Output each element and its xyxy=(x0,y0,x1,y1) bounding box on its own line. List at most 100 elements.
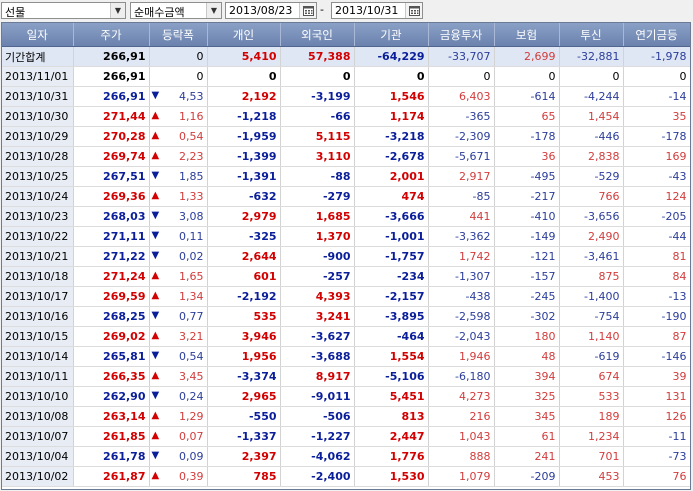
individual-cell-value: -1,337 xyxy=(237,430,277,443)
individual-cell: 2,644 xyxy=(207,246,281,267)
change-cell: ▼ 0,09 xyxy=(149,446,208,467)
calendar-icon[interactable] xyxy=(405,3,422,18)
investment-trust-cell: 1,454 xyxy=(559,106,624,127)
table-header-row: 일자 주가 등락폭 개인 외국인 기관 금융투자 보험 투신 연기금등 xyxy=(2,23,690,47)
financial-investment-cell: 441 xyxy=(428,206,495,227)
column-header[interactable]: 등락폭 xyxy=(149,23,208,47)
foreign-cell: 57,388 xyxy=(280,46,355,67)
table-row[interactable]: 2013/10/22 271,11 ▼ 0,11 -325 1,370 -1,001 -3,3… xyxy=(2,226,690,247)
table-row[interactable]: 2013/10/23 268,03 ▼ 3,08 2,979 1,685 -3,666 441… xyxy=(2,206,690,227)
table-row[interactable]: 2013/10/14 265,81 ▼ 0,54 1,956 -3,688 1,554 1,9… xyxy=(2,346,690,367)
individual-cell: 601 xyxy=(207,266,281,287)
calendar-icon[interactable] xyxy=(299,3,316,18)
change-cell: ▼ 1,85 xyxy=(149,166,208,187)
column-header[interactable]: 투신 xyxy=(559,23,624,47)
insurance-cell: 325 xyxy=(494,386,560,407)
institution-cell: -1,001 xyxy=(354,226,429,247)
institution-cell-value: -2,678 xyxy=(385,150,425,163)
table-row[interactable]: 2013/10/28 269,74 ▲ 2,23 -1,399 3,110 -2,678 -5… xyxy=(2,146,690,167)
table-row[interactable]: 2013/10/29 270,28 ▲ 0,54 -1,959 5,115 -3,218 -2… xyxy=(2,126,690,147)
column-header[interactable]: 연기금등 xyxy=(623,23,690,47)
insurance-cell: -209 xyxy=(494,466,560,487)
table-row[interactable]: 2013/10/15 269,02 ▲ 3,21 3,946 -3,627 -464 -2,0… xyxy=(2,326,690,347)
triangle-up-icon: ▲ xyxy=(151,110,160,121)
column-header[interactable]: 금융투자 xyxy=(428,23,495,47)
chevron-down-icon[interactable]: ▼ xyxy=(206,3,221,18)
metric-select[interactable]: 순매수금액 ▼ xyxy=(130,2,222,19)
pension-cell: -73 xyxy=(623,446,690,467)
insurance-cell-value: 61 xyxy=(541,430,556,443)
table-row[interactable]: 2013/10/17 269,59 ▲ 1,34 -2,192 4,393 -2,157 -4… xyxy=(2,286,690,307)
summary-row[interactable]: 기간합계 266,91 0 5,410 57,388 -64,229 -33,707 2,69… xyxy=(2,46,690,67)
column-header[interactable]: 주가 xyxy=(73,23,150,47)
price-cell-value: 265,81 xyxy=(103,350,146,363)
date-cell-value: 2013/10/28 xyxy=(5,150,69,163)
insurance-cell-value: 48 xyxy=(541,350,556,363)
institution-cell-value: -3,218 xyxy=(385,130,425,143)
insurance-cell: 48 xyxy=(494,346,560,367)
table-row[interactable]: 2013/10/31 266,91 ▼ 4,53 2,192 -3,199 1,546 6,4… xyxy=(2,86,690,107)
column-header[interactable]: 기관 xyxy=(354,23,429,47)
insurance-cell-value: -217 xyxy=(530,190,556,203)
market-select[interactable]: 선물 ▼ xyxy=(1,2,126,19)
financial-investment-cell-value: -33,707 xyxy=(448,50,491,63)
foreign-cell-value: -9,011 xyxy=(311,390,351,403)
table-row[interactable]: 2013/10/04 261,78 ▼ 0,09 2,397 -4,062 1,776 888… xyxy=(2,446,690,467)
financial-investment-cell: -3,362 xyxy=(428,226,495,247)
table-row[interactable]: 2013/10/02 261,87 ▲ 0,39 785 -2,400 1,530 1,079… xyxy=(2,466,690,487)
price-cell-value: 266,91 xyxy=(103,50,146,63)
column-header[interactable]: 개인 xyxy=(207,23,281,47)
financial-investment-cell-value: 1,043 xyxy=(459,430,491,443)
individual-cell-value: 601 xyxy=(253,270,277,283)
change-cell: ▲ 2,23 xyxy=(149,146,208,167)
table-row[interactable]: 2013/10/16 268,25 ▼ 0,77 535 3,241 -3,895 -2,59… xyxy=(2,306,690,327)
price-cell-value: 261,85 xyxy=(103,430,146,443)
institution-cell: 2,447 xyxy=(354,426,429,447)
triangle-up-icon: ▲ xyxy=(151,370,160,381)
investment-trust-cell: 1,234 xyxy=(559,426,624,447)
financial-investment-cell: -5,671 xyxy=(428,146,495,167)
insurance-cell-value: 36 xyxy=(541,150,556,163)
table-row[interactable]: 2013/10/10 262,90 ▼ 0,24 2,965 -9,011 5,451 4,2… xyxy=(2,386,690,407)
change-cell: ▼ 0,02 xyxy=(149,246,208,267)
chevron-down-icon[interactable]: ▼ xyxy=(110,3,125,18)
price-cell: 266,91 xyxy=(73,86,150,107)
individual-cell-value: 2,965 xyxy=(241,390,277,403)
individual-cell: -325 xyxy=(207,226,281,247)
table-row[interactable]: 2013/10/21 271,22 ▼ 0,02 2,644 -900 -1,757 1,74… xyxy=(2,246,690,267)
price-cell: 261,78 xyxy=(73,446,150,467)
financial-investment-cell: 2,917 xyxy=(428,166,495,187)
table-row[interactable]: 2013/10/30 271,44 ▲ 1,16 -1,218 -66 1,174 -365 6… xyxy=(2,106,690,127)
institution-cell-value: -3,666 xyxy=(385,210,425,223)
insurance-cell-value: 180 xyxy=(534,330,556,343)
date-from-field[interactable]: 2013/08/23 xyxy=(225,2,317,19)
table-row[interactable]: 2013/10/25 267,51 ▼ 1,85 -1,391 -88 2,001 2,917… xyxy=(2,166,690,187)
table-row[interactable]: 2013/10/07 261,85 ▲ 0,07 -1,337 -1,227 2,447 1,… xyxy=(2,426,690,447)
individual-cell: 3,946 xyxy=(207,326,281,347)
date-cell: 2013/10/22 xyxy=(2,226,74,247)
date-to-field[interactable]: 2013/10/31 xyxy=(331,2,423,19)
change-cell: ▲ 1,34 xyxy=(149,286,208,307)
insurance-cell-value: 241 xyxy=(534,450,556,463)
date-cell-value: 2013/10/18 xyxy=(5,270,69,283)
table-row[interactable]: 2013/10/24 269,36 ▲ 1,33 -632 -279 474 -85 -217 7… xyxy=(2,186,690,207)
investment-trust-cell-value: -4,244 xyxy=(584,90,620,103)
insurance-cell-value: -178 xyxy=(530,130,556,143)
foreign-cell: 5,115 xyxy=(280,126,355,147)
change-cell-value: 1,34 xyxy=(179,290,204,303)
investment-trust-cell-value: -32,881 xyxy=(577,50,620,63)
table-row[interactable]: 2013/10/11 266,35 ▲ 3,45 -3,374 8,917 -5,106 -6… xyxy=(2,366,690,387)
investment-trust-cell: 533 xyxy=(559,386,624,407)
individual-cell: -1,959 xyxy=(207,126,281,147)
table-row[interactable]: 2013/10/08 263,14 ▲ 1,29 -550 -506 813 216 345 18… xyxy=(2,406,690,427)
foreign-cell: -506 xyxy=(280,406,355,427)
insurance-cell: -149 xyxy=(494,226,560,247)
table-row[interactable]: 2013/10/18 271,24 ▲ 1,65 601 -257 -234 -1,307 -1… xyxy=(2,266,690,287)
financial-investment-cell: -365 xyxy=(428,106,495,127)
column-header[interactable]: 외국인 xyxy=(280,23,355,47)
column-header[interactable]: 일자 xyxy=(2,23,74,47)
foreign-cell: -3,688 xyxy=(280,346,355,367)
column-header[interactable]: 보험 xyxy=(494,23,560,47)
table-row[interactable]: 2013/11/01 266,91 0 0 0 0 0 0 0 0 xyxy=(2,66,690,87)
financial-investment-cell: 1,946 xyxy=(428,346,495,367)
